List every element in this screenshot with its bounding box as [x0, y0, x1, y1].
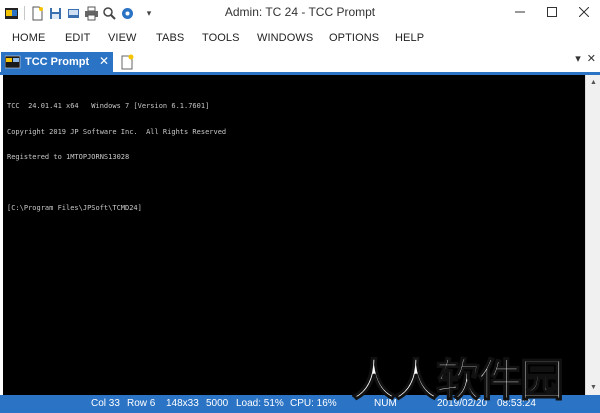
tab-label: TCC Prompt — [25, 56, 90, 68]
close-tab-icon[interactable]: ✕ — [587, 52, 596, 65]
menu-tabs[interactable]: TABS — [156, 32, 184, 44]
console-output[interactable]: TCC 24.01.41 x64 Windows 7 [Version 6.1.… — [3, 75, 585, 395]
menu-edit[interactable]: EDIT — [65, 32, 90, 44]
site-watermark: 人人软件园 — [352, 354, 565, 407]
menu-home[interactable]: HOME — [12, 32, 45, 44]
console-prompt: [C:\Program Files\JPSoft\TCMD24] — [7, 204, 142, 212]
menu-help[interactable]: HELP — [395, 32, 424, 44]
status-row: Row 6 — [127, 398, 156, 409]
menu-view[interactable]: VIEW — [108, 32, 137, 44]
minimize-button[interactable] — [504, 0, 536, 24]
tab-bar-controls: ▾ ✕ — [575, 52, 596, 65]
new-tab-icon[interactable] — [118, 53, 136, 71]
window-controls — [504, 0, 600, 26]
new-file-icon[interactable] — [30, 6, 45, 21]
scroll-up-icon[interactable]: ▲ — [586, 75, 600, 90]
vertical-scrollbar[interactable]: ▲ ▼ — [585, 75, 600, 395]
print-icon[interactable] — [84, 6, 99, 21]
tab-bar: TCC Prompt ✕ ▾ ✕ — [0, 50, 600, 72]
menu-bar: HOME EDIT VIEW TABS TOOLS WINDOWS OPTION… — [0, 26, 600, 50]
settings-icon[interactable] — [120, 6, 135, 21]
customize-toolbar-dropdown-icon[interactable]: ▾ — [144, 8, 154, 19]
status-load: Load: 51% — [236, 398, 284, 409]
tab-close-icon[interactable]: ✕ — [99, 54, 109, 68]
app-icon[interactable] — [4, 6, 19, 21]
menu-tools[interactable]: TOOLS — [202, 32, 240, 44]
menu-options[interactable]: OPTIONS — [329, 32, 379, 44]
status-buffer-count: 5000 — [206, 398, 229, 409]
console-line: Registered to 1MTOPJORNS13028 — [7, 153, 130, 161]
tab-tcc-prompt[interactable]: TCC Prompt ✕ — [1, 52, 113, 72]
status-cpu: CPU: 16% — [290, 398, 337, 409]
quick-access-toolbar: ▾ — [0, 6, 154, 21]
zoom-icon[interactable] — [102, 6, 117, 21]
menu-windows[interactable]: WINDOWS — [257, 32, 313, 44]
tab-list-dropdown-icon[interactable]: ▾ — [575, 52, 581, 65]
console-line: Copyright 2019 JP Software Inc. All Righ… — [7, 127, 227, 136]
maximize-button[interactable] — [536, 0, 568, 24]
close-button[interactable] — [568, 0, 600, 24]
save-icon[interactable] — [48, 6, 63, 21]
copy-icon[interactable] — [66, 6, 81, 21]
toolbar-separator — [24, 6, 25, 20]
status-column: Col 33 — [91, 398, 120, 409]
title-bar: ▾ Admin: TC 24 - TCC Prompt — [0, 0, 600, 26]
console-line: TCC 24.01.41 x64 Windows 7 [Version 6.1.… — [7, 102, 210, 110]
status-window-size: 148x33 — [166, 398, 199, 409]
console-tab-icon — [4, 55, 21, 69]
